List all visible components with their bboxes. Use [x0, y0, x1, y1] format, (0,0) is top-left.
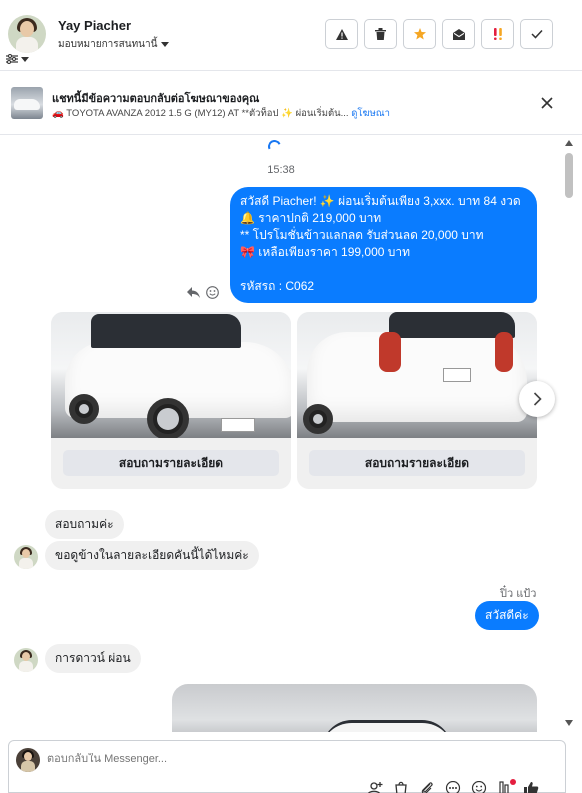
- scroll-thumb[interactable]: [565, 153, 573, 198]
- notification-dot: [510, 779, 516, 785]
- follow-up-button[interactable]: [481, 19, 514, 49]
- message-line: รหัสรถ : C062: [240, 279, 315, 293]
- emoji-icon[interactable]: [471, 781, 487, 793]
- inquire-details-button[interactable]: สอบถามรายละเอียด: [309, 450, 525, 476]
- scroll-down-arrow-icon[interactable]: [565, 720, 573, 726]
- contact-avatar[interactable]: [8, 15, 46, 53]
- conversation-header: Yay Piacher มอบหมายการสนทนานี้: [0, 0, 582, 71]
- report-spam-button[interactable]: [325, 19, 358, 49]
- view-ad-link[interactable]: ดูโฆษณา: [351, 108, 390, 119]
- inquire-details-button[interactable]: สอบถามรายละเอียด: [63, 450, 279, 476]
- check-icon: [530, 29, 543, 39]
- mark-done-button[interactable]: [520, 19, 553, 49]
- message-timestamp: 15:38: [267, 164, 295, 176]
- incoming-message[interactable]: การดาวน์ ผ่อน: [45, 644, 141, 673]
- attachment-icon[interactable]: [419, 781, 435, 793]
- ad-reply-banner: แชทนี้มีข้อความตอบกลับต่อโฆษณาของคุณ 🚗 T…: [0, 71, 582, 135]
- react-emoji-icon[interactable]: [206, 286, 219, 299]
- double-exclamation-icon: [493, 28, 502, 40]
- add-contact-icon[interactable]: [367, 781, 383, 793]
- composer-toolbar: [367, 779, 539, 793]
- message-line: 🎀 เหลือเพียงราคา 199,000 บาท: [240, 245, 411, 259]
- loading-spinner-icon: [266, 138, 283, 155]
- page-avatar: [16, 748, 40, 772]
- outgoing-message[interactable]: สวัสดีค่ะ: [475, 601, 539, 630]
- like-thumbs-up-icon[interactable]: [523, 781, 539, 793]
- mark-unread-button[interactable]: [442, 19, 475, 49]
- incoming-message[interactable]: ขอดูข้างในลายละเอียดคันนี้ได้ไหมค่ะ: [45, 541, 259, 570]
- filter-icon[interactable]: [6, 52, 36, 66]
- chevron-right-icon: [533, 392, 542, 406]
- saved-replies-icon[interactable]: [497, 779, 516, 793]
- reply-input[interactable]: [47, 753, 517, 765]
- assign-conversation-dropdown[interactable]: มอบหมายการสนทนานี้: [58, 37, 170, 52]
- close-icon[interactable]: [539, 95, 555, 111]
- ad-subtitle-text: 🚗 TOYOTA AVANZA 2012 1.5 G (MY12) AT **ต…: [52, 108, 349, 119]
- warning-icon: [335, 28, 348, 40]
- chevron-down-icon: [21, 56, 29, 62]
- carousel-card[interactable]: สอบถามรายละเอียด: [297, 312, 537, 489]
- carousel-card[interactable]: สอบถามรายละเอียด: [51, 312, 291, 489]
- outgoing-ad-message[interactable]: สวัสดี Piacher! ✨ ผ่อนเริ่มต้นเพียง 3,xx…: [230, 187, 537, 303]
- car-photo-rear[interactable]: [297, 312, 537, 438]
- sender-name: ปิ๋ว แป้ว: [500, 588, 537, 600]
- chat-scrollbar[interactable]: [562, 136, 576, 732]
- message-thread[interactable]: 15:38 สวัสดี Piacher! ✨ ผ่อนเริ่มต้นเพีย…: [0, 136, 562, 732]
- more-options-icon[interactable]: [445, 781, 461, 793]
- message-line: [240, 261, 527, 278]
- message-line: ** โปรโมชั่นข้าวแลกลด รับส่วนลด 20,000 บ…: [240, 228, 484, 242]
- ad-banner-subtitle: 🚗 TOYOTA AVANZA 2012 1.5 G (MY12) AT **ต…: [52, 106, 390, 121]
- message-line: สวัสดี Piacher! ✨ ผ่อนเริ่มต้นเพียง 3,xx…: [240, 194, 521, 208]
- delete-button[interactable]: [364, 19, 397, 49]
- envelope-open-icon: [452, 28, 465, 40]
- incoming-message[interactable]: สอบถามค่ะ: [45, 510, 124, 539]
- carousel-next-button[interactable]: [519, 381, 555, 417]
- contact-name[interactable]: Yay Piacher: [58, 18, 131, 33]
- conversation-actions: [325, 19, 553, 49]
- outgoing-photo-message[interactable]: [172, 684, 537, 732]
- reply-icon[interactable]: [187, 287, 200, 298]
- contact-avatar-small: [14, 545, 38, 569]
- assign-label: มอบหมายการสนทนานี้: [58, 39, 158, 50]
- trash-icon: [375, 28, 386, 40]
- message-composer: [8, 740, 566, 793]
- message-hover-actions: [187, 286, 219, 299]
- message-line: 🔔 ราคาปกติ 219,000 บาท: [240, 211, 382, 225]
- shopping-bag-icon[interactable]: [393, 781, 409, 793]
- ad-banner-title: แชทนี้มีข้อความตอบกลับต่อโฆษณาของคุณ: [52, 93, 260, 105]
- ad-thumbnail[interactable]: [11, 87, 43, 119]
- car-photo-front[interactable]: [51, 312, 291, 438]
- scroll-up-arrow-icon[interactable]: [565, 140, 573, 146]
- star-button[interactable]: [403, 19, 436, 49]
- contact-avatar-small: [14, 648, 38, 672]
- star-icon: [413, 28, 426, 40]
- chevron-down-icon: [161, 42, 170, 47]
